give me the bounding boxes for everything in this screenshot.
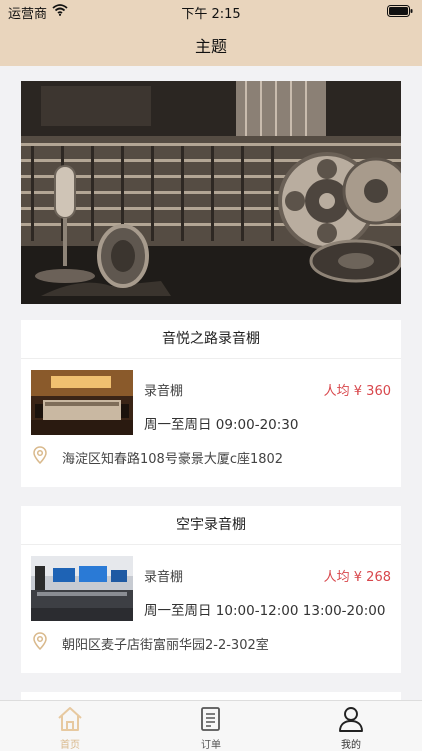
battery-icon <box>387 5 413 21</box>
tab-profile-label: 我的 <box>341 740 361 751</box>
tab-profile[interactable]: 我的 <box>321 701 381 751</box>
tab-home-label: 首页 <box>60 740 80 751</box>
header: 运营商 下午 2:15 主题 <box>0 0 422 66</box>
profile-icon <box>337 705 365 737</box>
studio-hours: 周一至周日 09:00-20:30 <box>144 417 299 433</box>
studio-address: 海淀区知春路108号豪景大厦c座1802 <box>62 452 284 467</box>
studio-card[interactable]: 空宇录音棚 录音棚 人均 ¥ 268 周一至周日 10:00-12:00 13:… <box>21 506 401 673</box>
studio-thumbnail <box>31 556 133 621</box>
banner-image[interactable] <box>21 81 401 304</box>
location-pin-icon <box>33 632 47 654</box>
studio-type: 录音棚 <box>144 570 184 585</box>
status-time: 下午 2:15 <box>181 7 241 22</box>
studio-card[interactable]: 音悦之路录音棚 录音棚 人均 ¥ 360 周一至周日 09:00-20:30 海… <box>21 320 401 487</box>
order-icon <box>197 705 225 737</box>
page-title: 主题 <box>194 37 227 56</box>
studio-name: 空宇录音棚 <box>21 506 401 545</box>
home-icon <box>56 705 84 737</box>
studio-thumbnail <box>31 370 133 435</box>
studio-type: 录音棚 <box>144 384 184 399</box>
studio-name: 音悦之路录音棚 <box>21 320 401 359</box>
location-pin-icon <box>33 446 47 468</box>
status-bar: 运营商 下午 2:15 <box>0 0 422 24</box>
studio-hours: 周一至周日 10:00-12:00 13:00-20:00 <box>144 603 386 619</box>
studio-info: 录音棚 人均 ¥ 360 周一至周日 09:00-20:30 海淀区知春路108… <box>21 359 401 487</box>
tab-orders[interactable]: 订单 <box>181 701 241 751</box>
tab-home[interactable]: 首页 <box>40 701 100 751</box>
tab-orders-label: 订单 <box>201 740 221 751</box>
tab-bar: 首页 订单 我的 <box>0 700 422 751</box>
studio-info: 录音棚 人均 ¥ 268 周一至周日 10:00-12:00 13:00-20:… <box>21 545 401 673</box>
studio-price: 人均 ¥ 268 <box>323 570 391 585</box>
studio-price: 人均 ¥ 360 <box>323 384 391 399</box>
studio-address: 朝阳区麦子店街富丽华园2-2-302室 <box>62 638 269 653</box>
